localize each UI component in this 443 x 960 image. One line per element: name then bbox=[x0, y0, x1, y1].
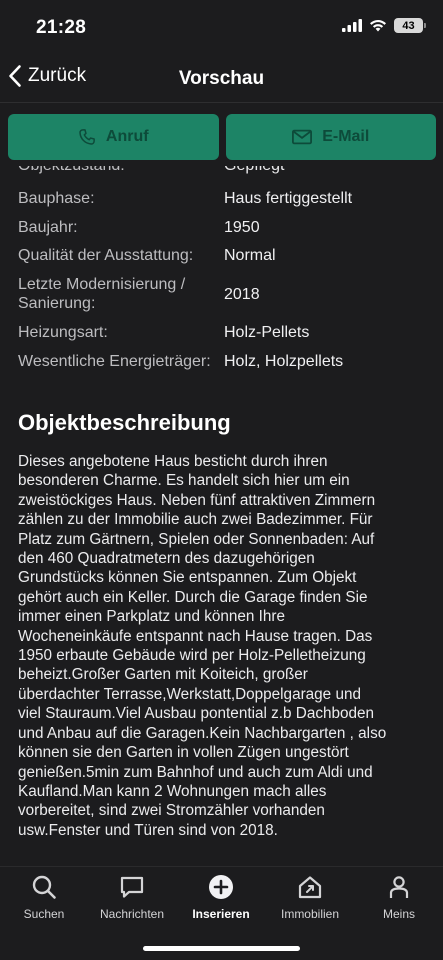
detail-value: Holz-Pellets bbox=[224, 324, 310, 341]
status-time: 21:28 bbox=[36, 17, 87, 38]
search-icon bbox=[32, 875, 56, 899]
section-title-description: Objektbeschreibung bbox=[18, 410, 231, 435]
detail-value: 2018 bbox=[224, 286, 260, 303]
detail-label: Wesentliche Energieträger: bbox=[18, 353, 211, 370]
description-line: zweistöckiges Haus. Neben fünf attraktiv… bbox=[18, 491, 376, 509]
tab-label: Immobilien bbox=[280, 907, 340, 921]
detail-value: Gepflegt bbox=[224, 166, 284, 175]
detail-label: Qualität der Ausstattung: bbox=[18, 247, 194, 264]
tab-suchen[interactable]: Suchen bbox=[0, 873, 88, 923]
wifi-icon bbox=[370, 19, 386, 32]
home-indicator bbox=[143, 946, 300, 951]
description-line: usw.Fenster und Türen sind von 2018. bbox=[18, 821, 278, 839]
description-line: Wocheneinkäufe entspannt nach Hause trag… bbox=[18, 627, 373, 645]
description-line: beheizt.Großer Garten mit Koiteich, groß… bbox=[18, 666, 308, 684]
detail-value: Haus fertiggestellt bbox=[224, 190, 353, 207]
status-indicators: 43 bbox=[342, 18, 426, 33]
description-line: überdachter Terrasse,Werkstatt,Doppelgar… bbox=[18, 685, 361, 703]
tab-immobilien[interactable]: Immobilien bbox=[266, 873, 354, 923]
tab-label: Meins bbox=[382, 907, 415, 921]
status-bar: 21:28 43 bbox=[0, 0, 443, 56]
description-line: zählen zu der Immobilie auch zwei Badezi… bbox=[18, 511, 373, 529]
tab-label: Inserieren bbox=[192, 907, 250, 921]
signal-icon bbox=[342, 19, 362, 32]
description-text: Dieses angebotene Haus besticht durch ih… bbox=[18, 452, 418, 840]
description-line: 1950 erbaute Gebäude wird per Holz-Pelle… bbox=[18, 647, 366, 665]
detail-label: Heizungsart: bbox=[18, 324, 108, 341]
contact-actions: Anruf E-Mail bbox=[8, 114, 436, 162]
email-label: E-Mail bbox=[322, 128, 370, 145]
tab-nachrichten[interactable]: Nachrichten bbox=[88, 873, 176, 923]
email-button[interactable]: E-Mail bbox=[225, 114, 436, 160]
battery-indicator: 43 bbox=[394, 18, 426, 33]
detail-value: Normal bbox=[224, 247, 276, 264]
description-line: können sie den Garten in vollen Zügen un… bbox=[18, 744, 349, 762]
nav-divider bbox=[0, 102, 443, 103]
description-line: vorbereitet, sind zwei Stromzähler vorha… bbox=[18, 802, 325, 820]
description-line: viel Stauraum.Viel Ausbau pontential z.b… bbox=[18, 705, 375, 723]
call-label: Anruf bbox=[105, 128, 149, 145]
envelope-icon bbox=[292, 129, 313, 145]
tab-label: Nachrichten bbox=[99, 907, 165, 921]
description-line: Dieses angebotene Haus besticht durch ih… bbox=[18, 453, 328, 470]
tab-label: Suchen bbox=[23, 907, 65, 921]
detail-label: Letzte Modernisierung / bbox=[18, 276, 186, 293]
detail-label-continued: Sanierung: bbox=[18, 295, 96, 312]
description-line: gehört auch ein Keller. Durch die Garage… bbox=[18, 588, 368, 606]
person-icon bbox=[389, 876, 409, 898]
detail-row-partial: Objektzustand: Gepflegt bbox=[18, 166, 428, 175]
description-line: Platz zum Gärtnern, Spielen oder Sonnenb… bbox=[18, 530, 375, 548]
add-circle-icon bbox=[209, 875, 233, 899]
call-button[interactable]: Anruf bbox=[8, 114, 219, 160]
detail-label: Objektzustand: bbox=[18, 166, 125, 174]
nav-bar: Zurück Vorschau bbox=[0, 56, 443, 102]
tab-inserieren[interactable]: Inserieren bbox=[177, 873, 265, 923]
page-title: Vorschau bbox=[178, 68, 265, 89]
chat-icon bbox=[120, 876, 144, 898]
description-line: Grundstücks können Sie entspannen. Zum O… bbox=[18, 569, 357, 587]
detail-label: Baujahr: bbox=[18, 219, 78, 236]
description-line: immer einen Parkplatz und können Ihre bbox=[18, 608, 285, 626]
detail-value: 1950 bbox=[224, 219, 260, 236]
listing-content[interactable]: Objektzustand: Gepflegt Bauphase: Haus f… bbox=[0, 166, 443, 866]
detail-value: Holz, Holzpellets bbox=[224, 353, 344, 370]
description-line: den 460 Quadratmetern des dazugehörigen bbox=[18, 550, 315, 568]
description-line: genießen.5min zum Bahnhof und auch zum A… bbox=[18, 763, 373, 781]
house-icon bbox=[298, 876, 322, 899]
phone-icon bbox=[79, 129, 95, 145]
description-line: besonderen Charme. Es handelt sich hier … bbox=[18, 472, 350, 490]
detail-label: Bauphase: bbox=[18, 190, 95, 207]
description-line: und Anbau auf die Garagen.Kein Nachbarga… bbox=[18, 724, 387, 742]
description-line: Kaufland.Man kann 2 Wohnungen mach alles bbox=[18, 782, 327, 800]
tab-meins[interactable]: Meins bbox=[355, 873, 443, 923]
